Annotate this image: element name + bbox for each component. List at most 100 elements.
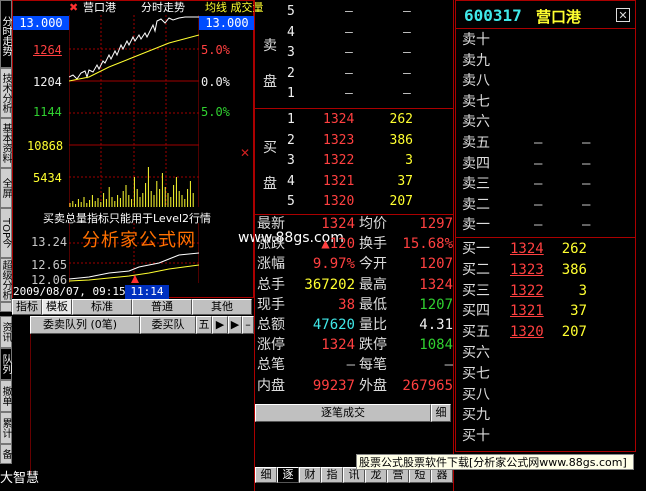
level-price: – — [345, 4, 353, 19]
level-volume: – — [403, 86, 411, 102]
level10-buy-row[interactable]: 买十 — [456, 426, 635, 446]
level10-buy-row[interactable]: 买七 — [456, 364, 635, 384]
buy-row[interactable]: 5 1320 207 — [255, 192, 453, 212]
tab-intraday[interactable]: 分时走势 — [0, 0, 12, 68]
mid-bottom-tab[interactable]: 细 — [255, 467, 277, 483]
level10-label: 卖六 — [462, 114, 490, 131]
pct-label-mid: 0.0% — [201, 75, 230, 89]
tab-other[interactable]: 其他 — [192, 299, 252, 315]
level-volume: 3 — [405, 153, 413, 169]
cross-marker-icon[interactable]: ✕ — [240, 146, 250, 160]
sell-queue-header[interactable]: 委卖队列 (0笔) — [30, 316, 140, 334]
sell-row[interactable]: 1 – – — [255, 84, 453, 104]
sell-row[interactable]: 2 – – — [255, 64, 453, 84]
sell-row[interactable]: 4 – – — [255, 23, 453, 43]
stat-label: 涨幅 — [257, 256, 285, 273]
level10-buy-row[interactable]: 买三 1322 3 — [456, 281, 635, 301]
level-price: – — [345, 24, 353, 40]
level10-sell-row[interactable]: 卖十 — [456, 30, 635, 50]
level-price: 1321 — [323, 173, 355, 189]
stat-value: 1324 — [321, 216, 355, 232]
stat-row: 内盘 99237 外盘 267965 — [255, 376, 453, 396]
trade-ticks-header[interactable]: 逐笔成交 — [255, 404, 431, 422]
level10-buy-row[interactable]: 买八 — [456, 385, 635, 405]
tab-cumulative[interactable]: 累计 — [0, 412, 12, 444]
level10-buy-row[interactable]: 买九 — [456, 405, 635, 425]
tab-top-today[interactable]: TOP今 — [0, 208, 12, 258]
price-label-mid: 1204 — [33, 75, 62, 89]
level-number: 5 — [287, 4, 295, 19]
stat-label: 涨跌 — [257, 236, 285, 253]
tab-backup[interactable]: 备 — [0, 444, 12, 464]
queue-minimize-icon[interactable]: – — [242, 316, 254, 334]
lower-label-high: 13.24 — [31, 235, 68, 249]
level10-price: – — [534, 135, 543, 151]
tab-fundamentals[interactable]: 基本资料 — [0, 118, 12, 168]
level10-volume: – — [582, 155, 591, 172]
stat-value: 1084 — [419, 337, 453, 354]
tab-indicator[interactable]: 指标 — [12, 299, 42, 315]
level10-sell-row[interactable]: 卖五 – – — [456, 133, 635, 153]
panel-close-icon[interactable]: ✕ — [616, 8, 630, 22]
stat-row: 最新 1324 均价 1297 — [255, 214, 453, 234]
level10-sell-row[interactable]: 卖七 — [456, 92, 635, 112]
level10-volume: – — [582, 176, 591, 193]
mid-bottom-tab[interactable]: 财 — [299, 467, 321, 483]
brand-logo: 大智慧 — [0, 471, 40, 486]
mid-bottom-tab[interactable]: 指 — [321, 467, 343, 483]
tab-label: 队列 — [0, 354, 11, 374]
level10-buy-row[interactable]: 买二 1323 386 — [456, 260, 635, 280]
stat-label: 每笔 — [359, 357, 387, 374]
level10-buy-row[interactable]: 买六 — [456, 343, 635, 363]
level10-sell-row[interactable]: 卖八 — [456, 71, 635, 91]
tab-news[interactable]: 资讯 — [0, 316, 12, 348]
level-price: – — [345, 65, 353, 81]
level10-sell-row[interactable]: 卖一 – – — [456, 215, 635, 235]
tab-normal[interactable]: 普通 — [132, 299, 192, 315]
level10-sell-row[interactable]: 卖九 — [456, 51, 635, 71]
level10-label: 买七 — [462, 365, 490, 382]
tab-template[interactable]: 模板 — [42, 299, 72, 315]
trade-ticks-detail-button[interactable]: 细 — [431, 404, 451, 422]
buy-row[interactable]: 2 1323 386 — [255, 131, 453, 151]
queue-next-icon[interactable]: ▶ — [228, 316, 242, 334]
level-number: 4 — [287, 173, 295, 189]
stat-value: 99237 — [312, 377, 355, 394]
stock-name-right: 营口港 — [536, 8, 582, 26]
tab-queue[interactable]: 队列 — [0, 348, 12, 380]
queue-five-button[interactable]: 五 — [196, 316, 212, 334]
level10-sell-row[interactable]: 卖二 – – — [456, 195, 635, 215]
stat-label: 换手 — [359, 236, 387, 253]
stat-value: 15.68% — [402, 236, 453, 253]
tab-technical[interactable]: 技术分析 — [0, 68, 12, 118]
sell-row[interactable]: 5 – – — [255, 2, 453, 22]
buy-row[interactable]: 1 1324 262 — [255, 110, 453, 130]
buy-row[interactable]: 4 1321 37 — [255, 172, 453, 192]
level10-sell-row[interactable]: 卖六 — [456, 112, 635, 132]
level10-buy-row[interactable]: 买一 1324 262 — [456, 239, 635, 259]
level10-price: 1321 — [510, 303, 544, 320]
level10-buy-row[interactable]: 买四 1321 37 — [456, 301, 635, 321]
level10-sell-row[interactable]: 卖三 – – — [456, 174, 635, 194]
buy-queue-header[interactable]: 委买队 — [140, 316, 196, 334]
level10-buy-row[interactable]: 买五 1320 207 — [456, 322, 635, 342]
level10-label: 买五 — [462, 324, 490, 341]
orderbook-divider — [255, 108, 453, 109]
tab-fullscreen[interactable]: 全屏 — [0, 168, 12, 208]
tab-super-analysis[interactable]: 超级分析 — [0, 258, 12, 302]
close-icon[interactable]: ✖ — [69, 1, 78, 15]
right-top-price: 13.000 — [199, 16, 255, 30]
queue-play-icon[interactable]: ▶ — [212, 316, 228, 334]
tab-cancel[interactable]: 撤单 — [0, 380, 12, 412]
mid-bottom-tab[interactable]: 逐 — [277, 467, 299, 483]
queue-body — [30, 334, 254, 474]
level10-sell-row[interactable]: 卖四 – – — [456, 154, 635, 174]
level10-label: 买四 — [462, 303, 490, 320]
tab-standard[interactable]: 标准 — [72, 299, 132, 315]
sell-row[interactable]: 3 – – — [255, 43, 453, 63]
tab-label: 撤单 — [0, 386, 11, 406]
buy-row[interactable]: 3 1322 3 — [255, 151, 453, 171]
tab-top-order[interactable] — [0, 302, 12, 312]
price-label-low: 1144 — [33, 105, 62, 119]
stat-value: 1297 — [419, 216, 453, 232]
